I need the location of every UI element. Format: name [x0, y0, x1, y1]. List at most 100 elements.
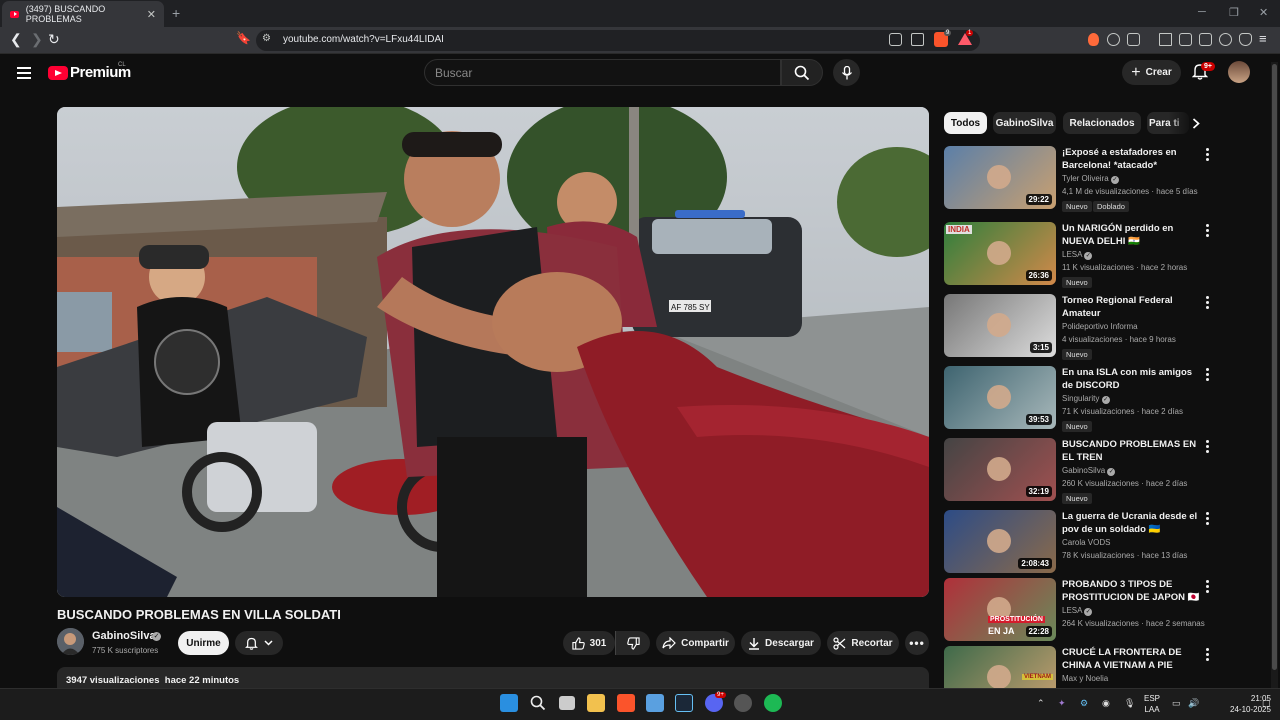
recommendation-channel[interactable]: Max y Noelia [1062, 674, 1108, 683]
more-actions-button[interactable]: ••• [905, 631, 929, 655]
recommendation-thumbnail[interactable]: 26:36 INDIA [944, 222, 1056, 285]
search-input[interactable]: Buscar [424, 59, 781, 86]
extension-icon[interactable] [1107, 33, 1120, 46]
recommendation-channel[interactable]: Tyler Oliveira ✓ [1062, 174, 1119, 184]
recommendation-title[interactable]: En una ISLA con mis amigos de DISCORD [1062, 366, 1204, 392]
music-icon[interactable] [1159, 33, 1172, 46]
tray-steam-icon[interactable]: ⚙ [1080, 698, 1088, 709]
screenshot-icon[interactable] [1127, 33, 1140, 46]
url-text[interactable]: youtube.com/watch?v=LFxu44LIDAI [283, 34, 444, 45]
network-icon[interactable]: ▭ [1172, 698, 1181, 709]
recommendation-card[interactable]: 3:15 Torneo Regional Federal Amateur Polid… [944, 294, 1214, 360]
more-vertical-icon[interactable] [1206, 580, 1209, 595]
recommendation-channel[interactable]: Polideportivo Informa [1062, 322, 1138, 331]
tray-discord-icon[interactable]: ◉ [1102, 698, 1110, 709]
channel-name[interactable]: GabinoSilva [92, 630, 156, 642]
more-vertical-icon[interactable] [1206, 368, 1209, 383]
voice-search-button[interactable] [833, 59, 860, 86]
task-view-icon[interactable] [559, 696, 575, 710]
more-vertical-icon[interactable] [1206, 440, 1209, 455]
notification-center-icon[interactable]: ▢ [1262, 698, 1271, 709]
steam-icon[interactable] [675, 694, 693, 712]
recommendation-card[interactable]: 2:08:43 La guerra de Ucrania desde el pov… [944, 510, 1214, 576]
vpn-icon[interactable] [1239, 33, 1252, 46]
fire-extension-icon[interactable] [1088, 33, 1099, 46]
recommendation-title[interactable]: Torneo Regional Federal Amateur [1062, 294, 1204, 320]
recommendation-thumbnail[interactable]: 3:15 [944, 294, 1056, 357]
reload-icon[interactable]: ↻ [48, 31, 60, 48]
window-close-icon[interactable]: ✕ [1259, 6, 1268, 19]
start-windows-icon[interactable] [500, 694, 518, 712]
recommendation-title[interactable]: BUSCANDO PROBLEMAS EN EL TREN [1062, 438, 1204, 464]
chip-gabinosilva[interactable]: GabinoSilva [993, 112, 1056, 134]
more-vertical-icon[interactable] [1206, 512, 1209, 527]
recommendation-channel[interactable]: Carola VODS [1062, 538, 1110, 547]
clip-button[interactable]: Recortar [827, 631, 899, 655]
download-button[interactable]: Descargar [741, 631, 821, 655]
chevron-right-icon[interactable] [1192, 118, 1200, 129]
like-button[interactable]: 301 [563, 631, 615, 655]
file-explorer-icon[interactable] [587, 694, 605, 712]
recommendation-title[interactable]: ¡Exposé a estafadores en Barcelona! *ata… [1062, 146, 1204, 172]
page-scrollbar-thumb[interactable] [1272, 64, 1277, 670]
recommendation-card[interactable]: 29:22 ¡Exposé a estafadores en Barcelona!… [944, 146, 1214, 212]
recommendation-card[interactable]: 26:36 INDIA Un NARIGÓN perdido en NUEVA DE… [944, 222, 1214, 288]
menu-icon[interactable]: ≡ [1259, 31, 1267, 46]
maximize-icon[interactable]: ❐ [1229, 6, 1239, 19]
recommendation-title[interactable]: Un NARIGÓN perdido en NUEVA DELHI 🇮🇳 [1062, 222, 1204, 248]
search-button[interactable] [781, 59, 823, 86]
guide-menu-icon[interactable] [17, 67, 31, 82]
new-tab-icon[interactable]: + [172, 5, 180, 21]
more-vertical-icon[interactable] [1206, 148, 1209, 163]
site-info-icon[interactable]: ⚙ [262, 33, 271, 44]
volume-icon[interactable]: 🔊 [1188, 698, 1199, 709]
recommendation-channel[interactable]: LESA ✓ [1062, 606, 1093, 616]
leo-ai-icon[interactable] [1219, 33, 1232, 46]
chip-relacionados[interactable]: Relacionados [1063, 112, 1141, 134]
input-language[interactable]: ESP LAA [1144, 693, 1160, 715]
tray-mic-icon[interactable]: 🎙 [1124, 698, 1135, 709]
recommendation-title[interactable]: La guerra de Ucrania desde el pov de un … [1062, 510, 1204, 536]
recommendation-channel[interactable]: Singularity ✓ [1062, 394, 1110, 404]
recommendation-card[interactable]: 39:53 En una ISLA con mis amigos de DISCO… [944, 366, 1214, 432]
recommendation-thumbnail[interactable]: 2:08:43 [944, 510, 1056, 573]
share-icon[interactable] [911, 33, 924, 46]
account-avatar[interactable] [1228, 61, 1250, 83]
tray-app-icon[interactable]: ✦ [1058, 698, 1066, 709]
video-player[interactable]: AF 785 SY [57, 107, 929, 597]
recommendation-thumbnail[interactable]: 22:28 PROSTITUCIÓN EN JA [944, 578, 1056, 641]
join-button[interactable]: Unirme [178, 631, 229, 655]
taskbar-search-icon[interactable] [530, 695, 546, 711]
share-button[interactable]: Compartir [656, 631, 735, 655]
recommendation-thumbnail[interactable]: 39:53 [944, 366, 1056, 429]
back-icon[interactable]: ❮ [10, 31, 22, 48]
recommendation-card[interactable]: 22:28 PROSTITUCIÓN EN JA PROBANDO 3 TIPOS D… [944, 578, 1214, 644]
recommendation-thumbnail[interactable]: 32:19 [944, 438, 1056, 501]
cast-icon[interactable] [889, 33, 902, 46]
recommendation-channel[interactable]: GabinoSilva ✓ [1062, 466, 1116, 476]
sidebar-icon[interactable] [1179, 33, 1192, 46]
bookmark-icon[interactable]: 🔖 [236, 31, 251, 45]
obs-icon[interactable] [734, 694, 752, 712]
wallet-icon[interactable] [1199, 33, 1212, 46]
recommendation-title[interactable]: CRUCÉ LA FRONTERA DE CHINA A VIETNAM A P… [1062, 646, 1204, 672]
channel-avatar[interactable] [57, 628, 84, 655]
browser-tab[interactable]: (3497) BUSCANDO PROBLEMAS ✕ [2, 1, 164, 27]
more-vertical-icon[interactable] [1206, 648, 1209, 663]
recommendation-card[interactable]: 32:19 BUSCANDO PROBLEMAS EN EL TREN Gabino… [944, 438, 1214, 504]
chip-todos[interactable]: Todos [944, 112, 987, 134]
more-vertical-icon[interactable] [1206, 224, 1209, 239]
more-vertical-icon[interactable] [1206, 296, 1209, 311]
create-button[interactable]: + Crear [1122, 60, 1181, 85]
minimize-icon[interactable]: ─ [1198, 6, 1206, 18]
close-tab-icon[interactable]: ✕ [147, 8, 156, 21]
forward-icon[interactable]: ❯ [31, 31, 43, 48]
brave-browser-icon[interactable] [617, 694, 635, 712]
notification-settings-button[interactable] [235, 631, 283, 655]
dislike-button[interactable] [615, 631, 650, 655]
tray-overflow-icon[interactable]: ⌃ [1037, 698, 1045, 709]
recommendation-title[interactable]: PROBANDO 3 TIPOS DE PROSTITUCION DE JAPO… [1062, 578, 1204, 604]
photos-icon[interactable] [646, 694, 664, 712]
recommendation-channel[interactable]: LESA ✓ [1062, 250, 1093, 260]
recommendation-thumbnail[interactable]: 29:22 [944, 146, 1056, 209]
